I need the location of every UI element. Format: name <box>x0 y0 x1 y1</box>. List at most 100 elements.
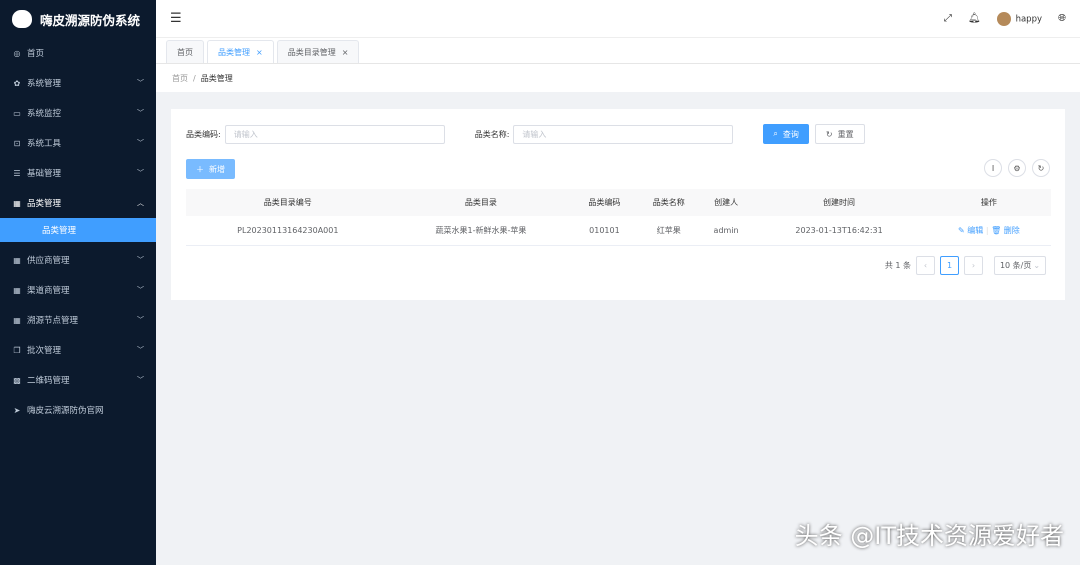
column-header: 操作 <box>926 189 1051 216</box>
send-icon: ➤ <box>13 405 21 415</box>
name-label: 品类名称: <box>474 129 510 139</box>
category-table: 品类目录编号 品类目录 品类编码 品类名称 创建人 创建时间 操作 PL2023011316… <box>186 189 1051 246</box>
table-cell: PL20230113164230A001 <box>186 216 390 246</box>
grid-icon: ▦ <box>13 315 21 325</box>
edit-button[interactable]: ✎ 编辑 <box>958 226 983 235</box>
sliders-icon: ☰ <box>13 168 21 178</box>
label: 编辑 <box>967 225 984 235</box>
sidebar-item-label: 供应商管理 <box>27 256 70 266</box>
tab-category-catalog[interactable]: 品类目录管理 × <box>276 40 360 63</box>
sidebar-item-label: 系统监控 <box>27 109 62 119</box>
content-card: 品类编码: 请输入 品类名称: 请输入 ⌕ 查询 ↻ 重置 ＋ 新增 I ⚙ ↻ 品类… <box>171 109 1065 300</box>
prev-page-button[interactable]: ‹ <box>916 256 935 275</box>
sidebar-item[interactable]: ◎ 首页 <box>0 38 156 68</box>
label: 10 条/页 <box>999 261 1032 270</box>
column-header: 品类名称 <box>636 189 701 216</box>
refresh-icon: ↻ <box>825 129 833 139</box>
label: 删除 <box>1003 225 1020 235</box>
code-input[interactable]: 请输入 <box>224 124 445 144</box>
refresh-icon[interactable]: ↻ <box>1032 159 1050 177</box>
breadcrumb-home[interactable]: 首页 <box>172 73 188 84</box>
close-icon[interactable]: × <box>256 48 263 57</box>
bell-icon[interactable]: 🔔︎ <box>968 13 981 24</box>
table-cell: 蔬菜水果1-新鲜水果-苹果 <box>389 216 573 246</box>
tab-label: 品类管理 <box>218 47 250 57</box>
tab-label: 首页 <box>177 47 193 57</box>
sidebar-item[interactable]: ▦ 品类管理 ︿ <box>0 188 156 218</box>
sidebar-item-label: 批次管理 <box>27 346 62 356</box>
next-page-button[interactable]: › <box>964 256 983 275</box>
table-cell: 010101 <box>572 216 637 246</box>
qrcode-icon: ▩ <box>13 375 21 385</box>
actions-cell: ✎ 编辑 | 🗑︎ 删除 <box>926 216 1051 246</box>
delete-button[interactable]: 🗑︎ 删除 <box>991 226 1020 235</box>
sidebar-item-label: 二维码管理 <box>27 376 70 386</box>
sidebar-item-label: 系统工具 <box>27 139 62 149</box>
avatar <box>996 11 1011 26</box>
sidebar-item[interactable]: ⊡ 系统工具 ﹀ <box>0 128 156 158</box>
sidebar-item[interactable]: ▭ 系统监控 ﹀ <box>0 98 156 128</box>
sidebar-item-label: 品类管理 <box>27 199 62 209</box>
sidebar-item[interactable]: ➤ 嗨皮云溯源防伪官网 <box>0 395 156 425</box>
sidebar-item-label: 渠道商管理 <box>27 286 70 296</box>
header: ☰ ⤢ 🔔︎ happy 🌐︎ <box>156 0 1080 38</box>
column-header: 创建时间 <box>751 189 927 216</box>
reset-button[interactable]: ↻ 重置 <box>814 124 865 144</box>
sidebar-item-label: 溯源节点管理 <box>27 316 79 326</box>
table-cell: 红苹果 <box>636 216 701 246</box>
toolbox-icon: ⊡ <box>13 138 21 148</box>
language-icon[interactable]: 🌐︎ <box>1058 13 1066 24</box>
copy-icon: ❐ <box>13 345 21 355</box>
sidebar-item[interactable]: ✿ 系统管理 ﹀ <box>0 68 156 98</box>
tab-bar: 首页 品类管理 × 品类目录管理 × <box>156 38 1080 64</box>
table-cell: 2023-01-13T16:42:31 <box>751 216 927 246</box>
username: happy <box>1015 14 1042 24</box>
fullscreen-icon[interactable]: ⤢ <box>944 13 952 24</box>
column-header: 品类目录编号 <box>186 189 390 216</box>
page-size-select[interactable]: 10 条/页 ⌄ <box>994 256 1046 275</box>
tab-label: 品类目录管理 <box>287 47 336 57</box>
table-row: PL20230113164230A001 蔬菜水果1-新鲜水果-苹果 010101 红… <box>186 216 1051 246</box>
user-menu[interactable]: happy <box>996 11 1042 26</box>
sidebar: 嗨皮溯源防伪系统 ◎ 首页 ✿ 系统管理 ﹀ ▭ 系统监控 ﹀ ⊡ 系统工具 ﹀ ☰ 基础管理 ﹀ ▦ 品类管… <box>0 0 156 565</box>
chevron-down-icon: ﹀ <box>137 109 144 117</box>
page-1[interactable]: 1 <box>940 256 959 275</box>
close-icon[interactable]: × <box>342 48 349 57</box>
chevron-down-icon: ⌄ <box>1033 261 1041 270</box>
sidebar-item[interactable]: ▦ 供应商管理 ﹀ <box>0 245 156 275</box>
tab-category[interactable]: 品类管理 × <box>207 40 274 63</box>
breadcrumb: 首页 / 品类管理 <box>156 64 1080 92</box>
tab-home[interactable]: 首页 <box>166 40 204 63</box>
search-form: 品类编码: 请输入 品类名称: 请输入 ⌕ 查询 ↻ 重置 <box>186 124 865 144</box>
breadcrumb-current: 品类管理 <box>200 73 233 83</box>
grid-icon: ▦ <box>13 198 21 208</box>
sidebar-item[interactable]: ▩ 二维码管理 ﹀ <box>0 365 156 395</box>
label: 查询 <box>782 129 799 139</box>
sidebar-subitem-category[interactable]: 品类管理 <box>0 218 156 242</box>
grid-icon: ▦ <box>13 255 21 265</box>
search-button[interactable]: ⌕ 查询 <box>763 124 809 144</box>
app-title: 嗨皮溯源防伪系统 <box>40 12 141 28</box>
sidebar-item[interactable]: ❐ 批次管理 ﹀ <box>0 335 156 365</box>
watermark: 头条 @IT技术资源爱好者 <box>794 522 1064 550</box>
chevron-down-icon: ﹀ <box>137 286 144 294</box>
sidebar-item[interactable]: ▦ 渠道商管理 ﹀ <box>0 275 156 305</box>
sidebar-item[interactable]: ▦ 溯源节点管理 ﹀ <box>0 305 156 335</box>
column-header: 创建人 <box>700 189 752 216</box>
label: 重置 <box>837 129 854 139</box>
toggle-search-icon[interactable]: I <box>984 159 1002 177</box>
chevron-down-icon: ﹀ <box>137 139 144 147</box>
dashboard-icon: ◎ <box>13 48 21 58</box>
column-header: 品类编码 <box>572 189 637 216</box>
sidebar-item[interactable]: ☰ 基础管理 ﹀ <box>0 158 156 188</box>
gear-icon[interactable]: ⚙ <box>1008 159 1026 177</box>
total-count: 共 1 条 <box>884 261 911 270</box>
sidebar-item-label: 嗨皮云溯源防伪官网 <box>27 406 104 416</box>
name-input[interactable]: 请输入 <box>513 124 734 144</box>
label: 新增 <box>209 164 225 174</box>
grid-icon: ▦ <box>13 285 21 295</box>
chevron-down-icon: ﹀ <box>137 376 144 384</box>
search-icon: ⌕ <box>773 129 778 138</box>
menu-toggle-icon[interactable]: ☰ <box>170 11 182 26</box>
add-button[interactable]: ＋ 新增 <box>186 159 235 179</box>
